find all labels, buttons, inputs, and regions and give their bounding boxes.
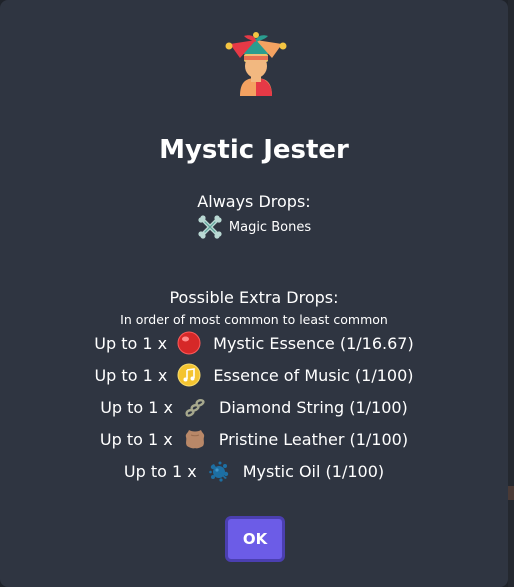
drop-name: Mystic Oil (1/100) <box>242 461 385 481</box>
extra-drops-note: In order of most common to least common <box>120 312 388 327</box>
bones-icon <box>197 214 223 240</box>
drop-name: Pristine Leather (1/100) <box>218 429 409 449</box>
background-edge-mark <box>508 486 514 500</box>
always-drop-item: Magic Bones <box>0 214 508 240</box>
drop-name: Diamond String (1/100) <box>219 397 408 417</box>
drop-quantity: Up to 1 x <box>123 461 197 481</box>
ok-button[interactable]: OK <box>225 516 285 562</box>
monster-title: Mystic Jester <box>159 135 349 165</box>
extra-drop-row: Up to 1 x Diamond String (1/100) <box>0 393 508 421</box>
extra-drops-heading: Possible Extra Drops: <box>169 288 339 307</box>
drop-quantity: Up to 1 x <box>99 429 173 449</box>
extra-drop-row: Up to 1 x Mystic Essence (1/16.67) <box>0 329 508 357</box>
drop-name: Mystic Essence (1/16.67) <box>213 333 414 353</box>
music-note-icon <box>177 363 201 387</box>
drop-quantity: Up to 1 x <box>100 397 174 417</box>
drop-quantity: Up to 1 x <box>94 365 168 385</box>
extra-drop-row: Up to 1 x Mystic Oil (1/100) <box>0 457 508 485</box>
red-orb-icon <box>177 331 201 355</box>
always-drop-label: Magic Bones <box>228 219 312 235</box>
extra-drop-row: Up to 1 x Pristine Leather (1/100) <box>0 425 508 453</box>
string-icon <box>183 395 207 419</box>
oil-splat-icon <box>207 459 231 483</box>
drops-modal: Mystic Jester Always Drops: Magic Bones … <box>0 0 508 587</box>
always-drops-heading: Always Drops: <box>197 192 311 211</box>
extra-drop-row: Up to 1 x Essence of Music (1/100) <box>0 361 508 389</box>
leather-icon <box>183 427 207 451</box>
drop-name: Essence of Music (1/100) <box>213 365 414 385</box>
jester-icon <box>225 32 287 96</box>
drop-quantity: Up to 1 x <box>94 333 168 353</box>
